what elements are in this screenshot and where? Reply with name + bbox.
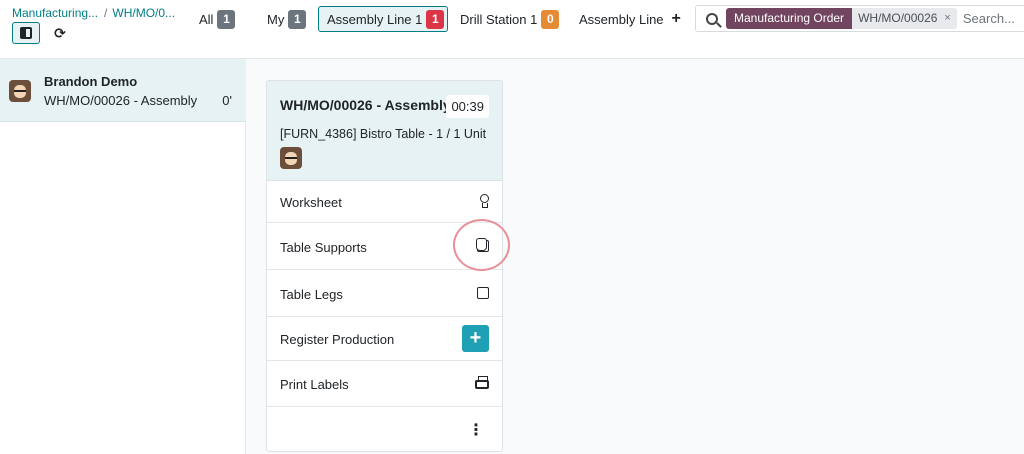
more-options-icon[interactable]: ⋮ bbox=[468, 423, 484, 439]
register-production-button[interactable]: + bbox=[462, 325, 489, 352]
filter-my[interactable]: My 1 bbox=[267, 6, 307, 32]
employee-row[interactable]: Brandon Demo WH/MO/00026 - Assembly 0' bbox=[0, 59, 246, 122]
product-line: [FURN_4386] Bistro Table - 1 / 1 Unit bbox=[280, 127, 487, 141]
count-badge: 1 bbox=[426, 9, 445, 29]
step-print-labels[interactable]: Print Labels bbox=[267, 361, 502, 407]
filter-all[interactable]: All 1 bbox=[199, 6, 236, 32]
operator-avatar bbox=[280, 147, 302, 169]
step-register-production[interactable]: Register Production + bbox=[267, 317, 502, 361]
filter-label: All bbox=[199, 11, 214, 27]
search-input[interactable] bbox=[962, 11, 1024, 26]
filter-label: My bbox=[267, 11, 285, 27]
step-label: Table Supports bbox=[280, 240, 367, 255]
search-bar[interactable]: Manufacturing Order WH/MO/00026 × bbox=[695, 5, 1024, 32]
add-icon[interactable]: + bbox=[672, 10, 681, 28]
card-footer: ⋮ bbox=[267, 407, 502, 451]
refresh-button[interactable]: ⟳ bbox=[46, 22, 74, 44]
count-badge: 0 bbox=[541, 9, 560, 29]
step-label: Table Legs bbox=[280, 287, 343, 302]
printer-icon[interactable] bbox=[475, 376, 489, 389]
work-order-title: WH/MO/00026 - Assembly bbox=[280, 97, 451, 113]
search-facet-value: WH/MO/00026 × bbox=[852, 8, 957, 29]
count-badge: 1 bbox=[288, 9, 307, 29]
step-worksheet[interactable]: Worksheet bbox=[267, 181, 502, 223]
work-order-timer: 00:39 bbox=[446, 95, 489, 118]
checkbox-icon[interactable] bbox=[477, 287, 489, 299]
card-header[interactable]: WH/MO/00026 - Assembly 00:39 [FURN_4386]… bbox=[267, 81, 502, 181]
search-icon bbox=[706, 12, 718, 25]
count-badge: 1 bbox=[217, 9, 236, 29]
step-table-legs[interactable]: Table Legs bbox=[267, 270, 502, 317]
employee-workorder: WH/MO/00026 - Assembly bbox=[44, 93, 198, 108]
sidebar-icon bbox=[20, 27, 32, 39]
filter-label: Assembly Line bbox=[579, 11, 664, 27]
pointer-cursor-icon bbox=[476, 238, 487, 251]
filter-label: Drill Station 1 bbox=[460, 11, 538, 27]
employee-panel: Brandon Demo WH/MO/00026 - Assembly 0' bbox=[0, 59, 246, 454]
filter-assembly-line[interactable]: Assembly Line + bbox=[579, 6, 681, 32]
refresh-icon: ⟳ bbox=[54, 25, 66, 41]
employee-time: 0' bbox=[222, 93, 232, 108]
search-facet-label: Manufacturing Order bbox=[726, 8, 853, 29]
bulb-icon[interactable] bbox=[480, 194, 489, 208]
top-control-panel: Manufacturing... / WH/MO/0... ⟳ All 1 My 1… bbox=[0, 0, 1024, 59]
employee-avatar bbox=[9, 80, 31, 102]
breadcrumb-separator: / bbox=[104, 6, 108, 20]
breadcrumb: Manufacturing... / WH/MO/0... bbox=[12, 6, 175, 20]
breadcrumb-root[interactable]: Manufacturing... bbox=[12, 6, 98, 20]
step-label: Print Labels bbox=[280, 377, 349, 392]
filter-label: Assembly Line 1 bbox=[327, 11, 423, 27]
remove-facet-icon[interactable]: × bbox=[944, 8, 950, 29]
filter-assembly-line-1[interactable]: Assembly Line 1 1 bbox=[318, 6, 449, 32]
step-label: Worksheet bbox=[280, 195, 342, 210]
facet-value-text: WH/MO/00026 bbox=[858, 11, 938, 25]
filter-drill-station-1[interactable]: Drill Station 1 0 bbox=[460, 6, 560, 32]
employee-name: Brandon Demo bbox=[44, 74, 138, 89]
step-label: Register Production bbox=[280, 332, 395, 347]
breadcrumb-current[interactable]: WH/MO/0... bbox=[112, 6, 175, 20]
toggle-sidebar-button[interactable] bbox=[12, 22, 40, 44]
